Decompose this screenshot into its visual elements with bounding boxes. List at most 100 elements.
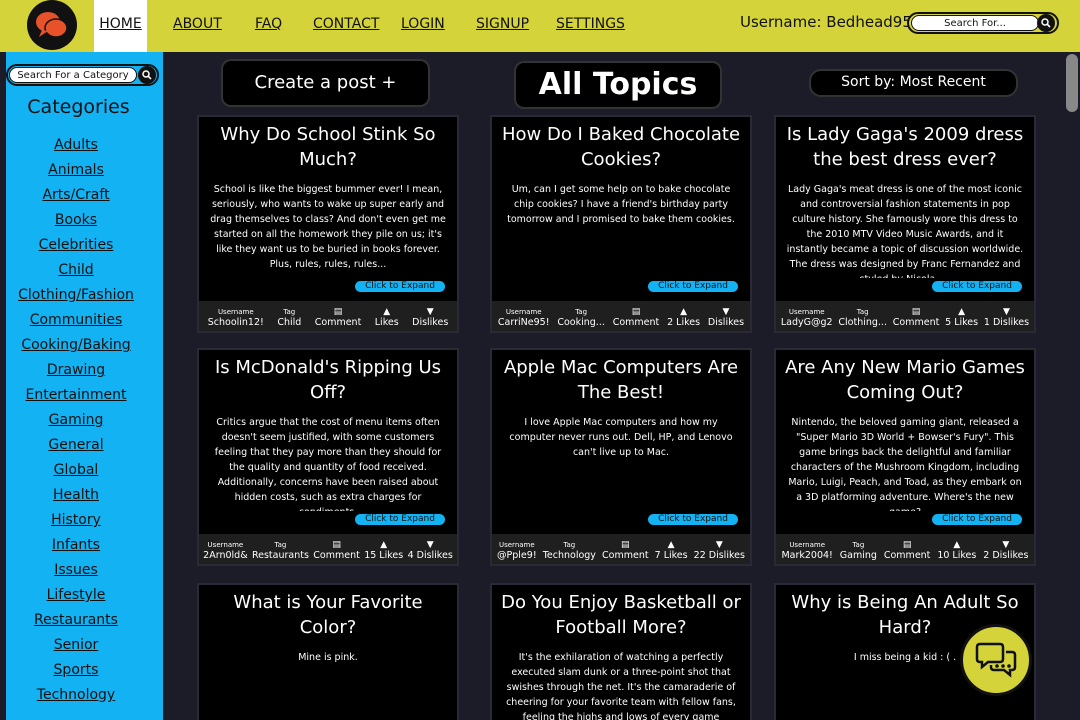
category-search: Search For a Category: [6, 64, 159, 86]
post-title[interactable]: Is McDonald's Ripping Us Off?: [199, 350, 457, 405]
expand-button[interactable]: Click to Expand: [648, 281, 738, 292]
category-link-history[interactable]: History: [6, 509, 146, 534]
post-card[interactable]: How Do I Baked Chocolate Cookies? Um, can…: [492, 117, 750, 331]
logo[interactable]: [27, 0, 77, 50]
thumbs-down-icon: ▼: [426, 307, 434, 317]
post-tag[interactable]: Tag Gaming: [840, 541, 877, 561]
post-tag[interactable]: Tag Restaurants: [252, 541, 309, 561]
nav-faq-link[interactable]: FAQ: [255, 0, 282, 52]
nav-settings-link[interactable]: SETTINGS: [556, 0, 625, 52]
thumbs-up-icon: ▲: [680, 307, 688, 317]
nav-about-link[interactable]: ABOUT: [173, 0, 222, 52]
post-body: Nintendo, the beloved gaming giant, rele…: [788, 417, 1022, 511]
category-link-global[interactable]: Global: [6, 459, 146, 484]
category-link-celebrities[interactable]: Celebrities: [6, 234, 146, 259]
category-link-sports[interactable]: Sports: [6, 659, 146, 684]
post-title[interactable]: Is Lady Gaga's 2009 dress the best dress…: [776, 117, 1034, 172]
post-tag-value: Technology: [542, 550, 596, 561]
like-button[interactable]: ▲ 15 Likes: [364, 540, 403, 561]
like-button[interactable]: ▲ Likes: [375, 307, 399, 328]
category-link-cooking-baking[interactable]: Cooking/Baking: [6, 334, 146, 359]
post-body: Mine is pink.: [298, 652, 358, 663]
nav-contact-link[interactable]: CONTACT: [313, 0, 379, 52]
post-tag[interactable]: Tag Cooking...: [557, 308, 605, 328]
post-card[interactable]: Apple Mac Computers Are The Best! I love …: [492, 350, 750, 564]
search-button[interactable]: [1037, 14, 1055, 32]
category-link-communities[interactable]: Communities: [6, 309, 146, 334]
category-link-infants[interactable]: Infants: [6, 534, 146, 559]
comment-button[interactable]: ▤ Comment: [602, 540, 649, 561]
post-title[interactable]: Why Do School Stink So Much?: [199, 117, 457, 172]
post-username[interactable]: Username LadyG@g2: [781, 308, 833, 328]
like-button-value: 5 Likes: [945, 317, 979, 328]
post-card[interactable]: What is Your Favorite Color? Mine is pink…: [199, 585, 457, 720]
post-username[interactable]: Username 2Arn0ld&: [203, 541, 247, 561]
post-username[interactable]: Username @Pple9!: [497, 541, 537, 561]
post-username[interactable]: Username Schoolin12!: [208, 308, 264, 328]
post-username[interactable]: Username CarriNe95!: [498, 308, 550, 328]
post-card[interactable]: Is Lady Gaga's 2009 dress the best dress…: [776, 117, 1034, 331]
category-search-button[interactable]: [138, 66, 156, 84]
category-link-general[interactable]: General: [6, 434, 146, 459]
like-button[interactable]: ▲ 10 Likes: [937, 540, 976, 561]
post-card[interactable]: Why Do School Stink So Much? School is li…: [199, 117, 457, 331]
dislike-button[interactable]: ▼ 22 Dislikes: [694, 540, 745, 561]
category-link-animals[interactable]: Animals: [6, 159, 146, 184]
post-username[interactable]: Username Mark2004!: [781, 541, 832, 561]
post-meta-bar: Username LadyG@g2 Tag Clothing... ▤ Comment ▲ 5…: [776, 301, 1034, 331]
nav-login-link[interactable]: LOGIN: [401, 0, 445, 52]
post-tag[interactable]: Tag Technology: [543, 541, 596, 561]
dislike-button[interactable]: ▼ 2 Dislikes: [983, 540, 1028, 561]
expand-button[interactable]: Click to Expand: [932, 514, 1022, 525]
like-button[interactable]: ▲ 2 Likes: [667, 307, 700, 328]
category-link-technology[interactable]: Technology: [6, 684, 146, 709]
expand-button[interactable]: Click to Expand: [355, 514, 445, 525]
post-card[interactable]: Do You Enjoy Basketball or Football More…: [492, 585, 750, 720]
expand-button[interactable]: Click to Expand: [932, 281, 1022, 292]
nav-signup-link[interactable]: SIGNUP: [476, 0, 529, 52]
category-link-clothing-fashion[interactable]: Clothing/Fashion: [6, 284, 146, 309]
create-post-button[interactable]: Create a post +: [223, 61, 428, 105]
post-title[interactable]: Are Any New Mario Games Coming Out?: [776, 350, 1034, 405]
comment-button[interactable]: ▤ Comment: [893, 307, 940, 328]
scrollbar-track[interactable]: [1066, 52, 1080, 720]
category-link-child[interactable]: Child: [6, 259, 146, 284]
comment-button[interactable]: ▤ Comment: [315, 307, 362, 328]
nav-home-link[interactable]: HOME: [94, 0, 147, 52]
post-title[interactable]: What is Your Favorite Color?: [199, 585, 457, 640]
category-link-gaming[interactable]: Gaming: [6, 409, 146, 434]
dislike-button[interactable]: ▼ Dislikes: [412, 307, 448, 328]
dislike-button[interactable]: ▼ Dislikes: [708, 307, 744, 328]
scrollbar-thumb[interactable]: [1066, 54, 1078, 112]
category-link-issues[interactable]: Issues: [6, 559, 146, 584]
category-link-restaurants[interactable]: Restaurants: [6, 609, 146, 634]
dislike-button[interactable]: ▼ 4 Dislikes: [408, 540, 453, 561]
comment-button[interactable]: ▤ Comment: [313, 540, 360, 561]
site-search-input[interactable]: Search For...: [911, 15, 1039, 31]
post-card[interactable]: Are Any New Mario Games Coming Out? Ninte…: [776, 350, 1034, 564]
category-link-health[interactable]: Health: [6, 484, 146, 509]
category-search-input[interactable]: Search For a Category: [9, 67, 137, 83]
category-link-drawing[interactable]: Drawing: [6, 359, 146, 384]
category-link-lifestyle[interactable]: Lifestyle: [6, 584, 146, 609]
category-link-arts-craft[interactable]: Arts/Craft: [6, 184, 146, 209]
category-link-senior[interactable]: Senior: [6, 634, 146, 659]
category-link-books[interactable]: Books: [6, 209, 146, 234]
post-title[interactable]: Apple Mac Computers Are The Best!: [492, 350, 750, 405]
category-link-adults[interactable]: Adults: [6, 134, 146, 159]
category-link-entertainment[interactable]: Entertainment: [6, 384, 146, 409]
post-title[interactable]: Do You Enjoy Basketball or Football More…: [492, 585, 750, 640]
comment-button[interactable]: ▤ Comment: [613, 307, 660, 328]
like-button[interactable]: ▲ 7 Likes: [655, 540, 688, 561]
dislike-button[interactable]: ▼ 1 Dislikes: [984, 307, 1029, 328]
chat-button[interactable]: [960, 624, 1032, 696]
expand-button[interactable]: Click to Expand: [648, 514, 738, 525]
post-tag[interactable]: Tag Child: [277, 308, 301, 328]
comment-button[interactable]: ▤ Comment: [884, 540, 931, 561]
expand-button[interactable]: Click to Expand: [355, 281, 445, 292]
like-button[interactable]: ▲ 5 Likes: [945, 307, 978, 328]
post-card[interactable]: Is McDonald's Ripping Us Off? Critics arg…: [199, 350, 457, 564]
post-title[interactable]: How Do I Baked Chocolate Cookies?: [492, 117, 750, 172]
post-tag[interactable]: Tag Clothing...: [838, 308, 887, 328]
sort-dropdown[interactable]: Sort by: Most Recent: [811, 71, 1016, 95]
